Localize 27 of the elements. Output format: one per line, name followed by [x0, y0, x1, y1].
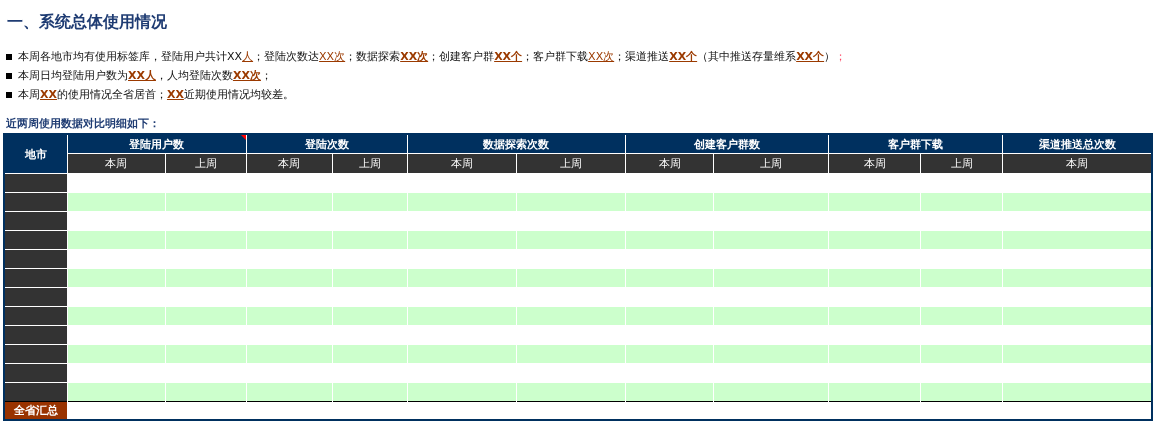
column-header: 上周 [920, 153, 1003, 174]
column-header: 上周 [332, 153, 408, 174]
column-header: 上周 [165, 153, 247, 174]
column-header: 地市 [4, 134, 68, 174]
bullet-icon [6, 53, 12, 60]
total-label: 全省汇总 [4, 401, 68, 420]
column-header: 上周 [713, 153, 829, 174]
column-header: 本周 [407, 153, 517, 174]
table-caption: 近两周使用数据对比明细如下： [6, 116, 161, 131]
bullet-icon [6, 91, 12, 98]
bullet-icon [6, 72, 12, 79]
column-header: 数据探索次数 [407, 134, 626, 154]
column-header: 本周 [1002, 153, 1152, 174]
column-header: 本周 [246, 153, 333, 174]
column-header: 上周 [516, 153, 626, 174]
column-header: 登陆用户数 [67, 134, 247, 154]
bullet-text: 本周各地市均有使用标签库，登陆用户共计XX人；登陆次数达XX次；数据探索XX次；创建客户群XX个；客户群下载XX次；渠道推送XX个（其中推送存量维系XX个）； [18, 49, 847, 65]
column-header: 登陆次数 [246, 134, 408, 154]
bullet-text: 本周日均登陆用户数为XX人，人均登陆次数XX次； [18, 68, 272, 84]
column-header: 本周 [828, 153, 921, 174]
column-header: 客户群下载 [828, 134, 1003, 154]
bullet-text: 本周XX的使用情况全省居首；XX近期使用情况均较差。 [18, 87, 294, 103]
column-header: 本周 [67, 153, 166, 174]
column-header: 本周 [625, 153, 714, 174]
column-header: 渠道推送总次数 [1002, 134, 1152, 154]
column-header: 创建客户群数 [625, 134, 829, 154]
section-title: 一、系统总体使用情况 [7, 12, 168, 33]
